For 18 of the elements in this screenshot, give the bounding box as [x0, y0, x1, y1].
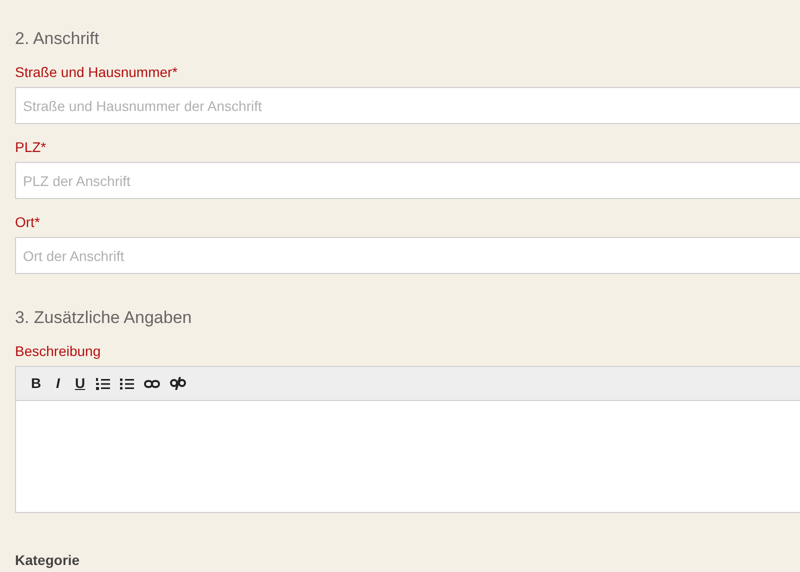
link-icon[interactable] [144, 380, 160, 388]
field-label: PLZ* [15, 138, 48, 156]
input-field[interactable]: PLZ der Anschrift [15, 162, 800, 199]
field-label: Beschreibung [15, 342, 102, 360]
field-label: Ort* [15, 213, 41, 231]
section-heading: 2. Anschrift [15, 29, 100, 49]
section-heading: 3. Zusätzliche Angaben [15, 308, 193, 328]
unlink-icon[interactable] [170, 377, 186, 390]
input-field[interactable]: Straße und Hausnummer der Anschrift [15, 87, 800, 124]
field-label: Kategorie [15, 551, 81, 569]
italic-button[interactable]: I [52, 373, 64, 394]
numbered-list-icon[interactable] [96, 376, 110, 390]
bullet-list-icon[interactable] [120, 376, 134, 390]
field-label: Straße und Hausnummer* [15, 63, 179, 81]
input-field[interactable]: Ort der Anschrift [15, 237, 800, 274]
underline-button[interactable]: U [74, 373, 86, 394]
rich-text-editor[interactable]: B I U [15, 366, 800, 513]
bold-button[interactable]: B [30, 373, 42, 394]
